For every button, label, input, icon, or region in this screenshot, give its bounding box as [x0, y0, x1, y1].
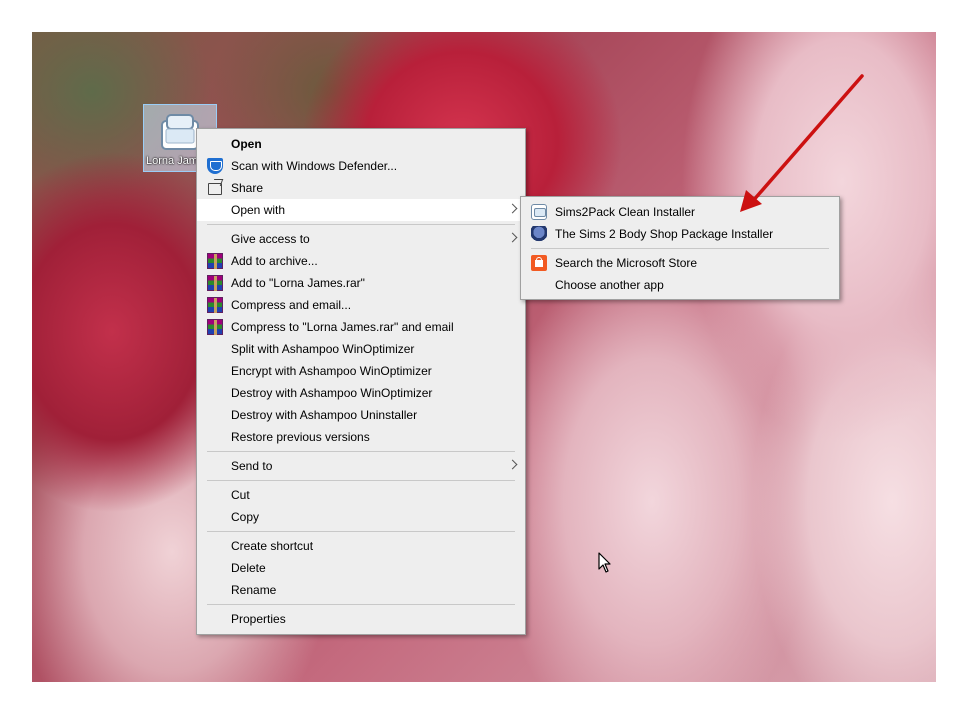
- submenu-item-sims2pack-installer[interactable]: Sims2Pack Clean Installer: [521, 201, 839, 223]
- menu-item-compress-rar-email[interactable]: Compress to "Lorna James.rar" and email: [197, 316, 525, 338]
- submenu-separator: [531, 248, 829, 249]
- menu-separator: [207, 531, 515, 532]
- winrar-icon: [207, 319, 223, 335]
- desktop-file-label: Lorna Jam: [146, 155, 198, 167]
- winrar-icon: [207, 253, 223, 269]
- sims2pack-icon: [531, 204, 547, 220]
- menu-item-copy[interactable]: Copy: [197, 506, 525, 528]
- mouse-cursor-icon: [598, 552, 611, 573]
- menu-item-encrypt-winoptimizer[interactable]: Encrypt with Ashampoo WinOptimizer: [197, 360, 525, 382]
- menu-separator: [207, 224, 515, 225]
- winrar-icon: [207, 297, 223, 313]
- menu-item-add-to-rar[interactable]: Add to "Lorna James.rar": [197, 272, 525, 294]
- menu-item-open-with[interactable]: Open with: [197, 199, 525, 221]
- menu-item-delete[interactable]: Delete: [197, 557, 525, 579]
- share-icon: [208, 183, 222, 195]
- menu-item-share[interactable]: Share: [197, 177, 525, 199]
- menu-separator: [207, 604, 515, 605]
- menu-item-compress-email[interactable]: Compress and email...: [197, 294, 525, 316]
- store-icon: [531, 255, 547, 271]
- menu-item-scan-defender[interactable]: Scan with Windows Defender...: [197, 155, 525, 177]
- winrar-icon: [207, 275, 223, 291]
- menu-item-send-to[interactable]: Send to: [197, 455, 525, 477]
- submenu-item-search-store[interactable]: Search the Microsoft Store: [521, 252, 839, 274]
- menu-item-restore-versions[interactable]: Restore previous versions: [197, 426, 525, 448]
- chevron-right-icon: [507, 203, 518, 214]
- menu-item-cut[interactable]: Cut: [197, 484, 525, 506]
- chevron-right-icon: [507, 459, 518, 470]
- submenu-item-choose-another-app[interactable]: Choose another app: [521, 274, 839, 296]
- menu-item-rename[interactable]: Rename: [197, 579, 525, 601]
- chevron-right-icon: [507, 232, 518, 243]
- open-with-submenu: Sims2Pack Clean Installer The Sims 2 Bod…: [520, 196, 840, 300]
- menu-separator: [207, 480, 515, 481]
- menu-item-split-winoptimizer[interactable]: Split with Ashampoo WinOptimizer: [197, 338, 525, 360]
- menu-item-add-to-archive[interactable]: Add to archive...: [197, 250, 525, 272]
- context-menu: Open Scan with Windows Defender... Share…: [196, 128, 526, 635]
- menu-item-destroy-winoptimizer[interactable]: Destroy with Ashampoo WinOptimizer: [197, 382, 525, 404]
- menu-item-give-access[interactable]: Give access to: [197, 228, 525, 250]
- menu-item-open[interactable]: Open: [197, 133, 525, 155]
- shield-icon: [207, 158, 223, 174]
- submenu-item-bodyshop-installer[interactable]: The Sims 2 Body Shop Package Installer: [521, 223, 839, 245]
- menu-item-properties[interactable]: Properties: [197, 608, 525, 630]
- menu-item-destroy-uninstaller[interactable]: Destroy with Ashampoo Uninstaller: [197, 404, 525, 426]
- bodyshop-icon: [531, 226, 547, 242]
- menu-separator: [207, 451, 515, 452]
- menu-item-create-shortcut[interactable]: Create shortcut: [197, 535, 525, 557]
